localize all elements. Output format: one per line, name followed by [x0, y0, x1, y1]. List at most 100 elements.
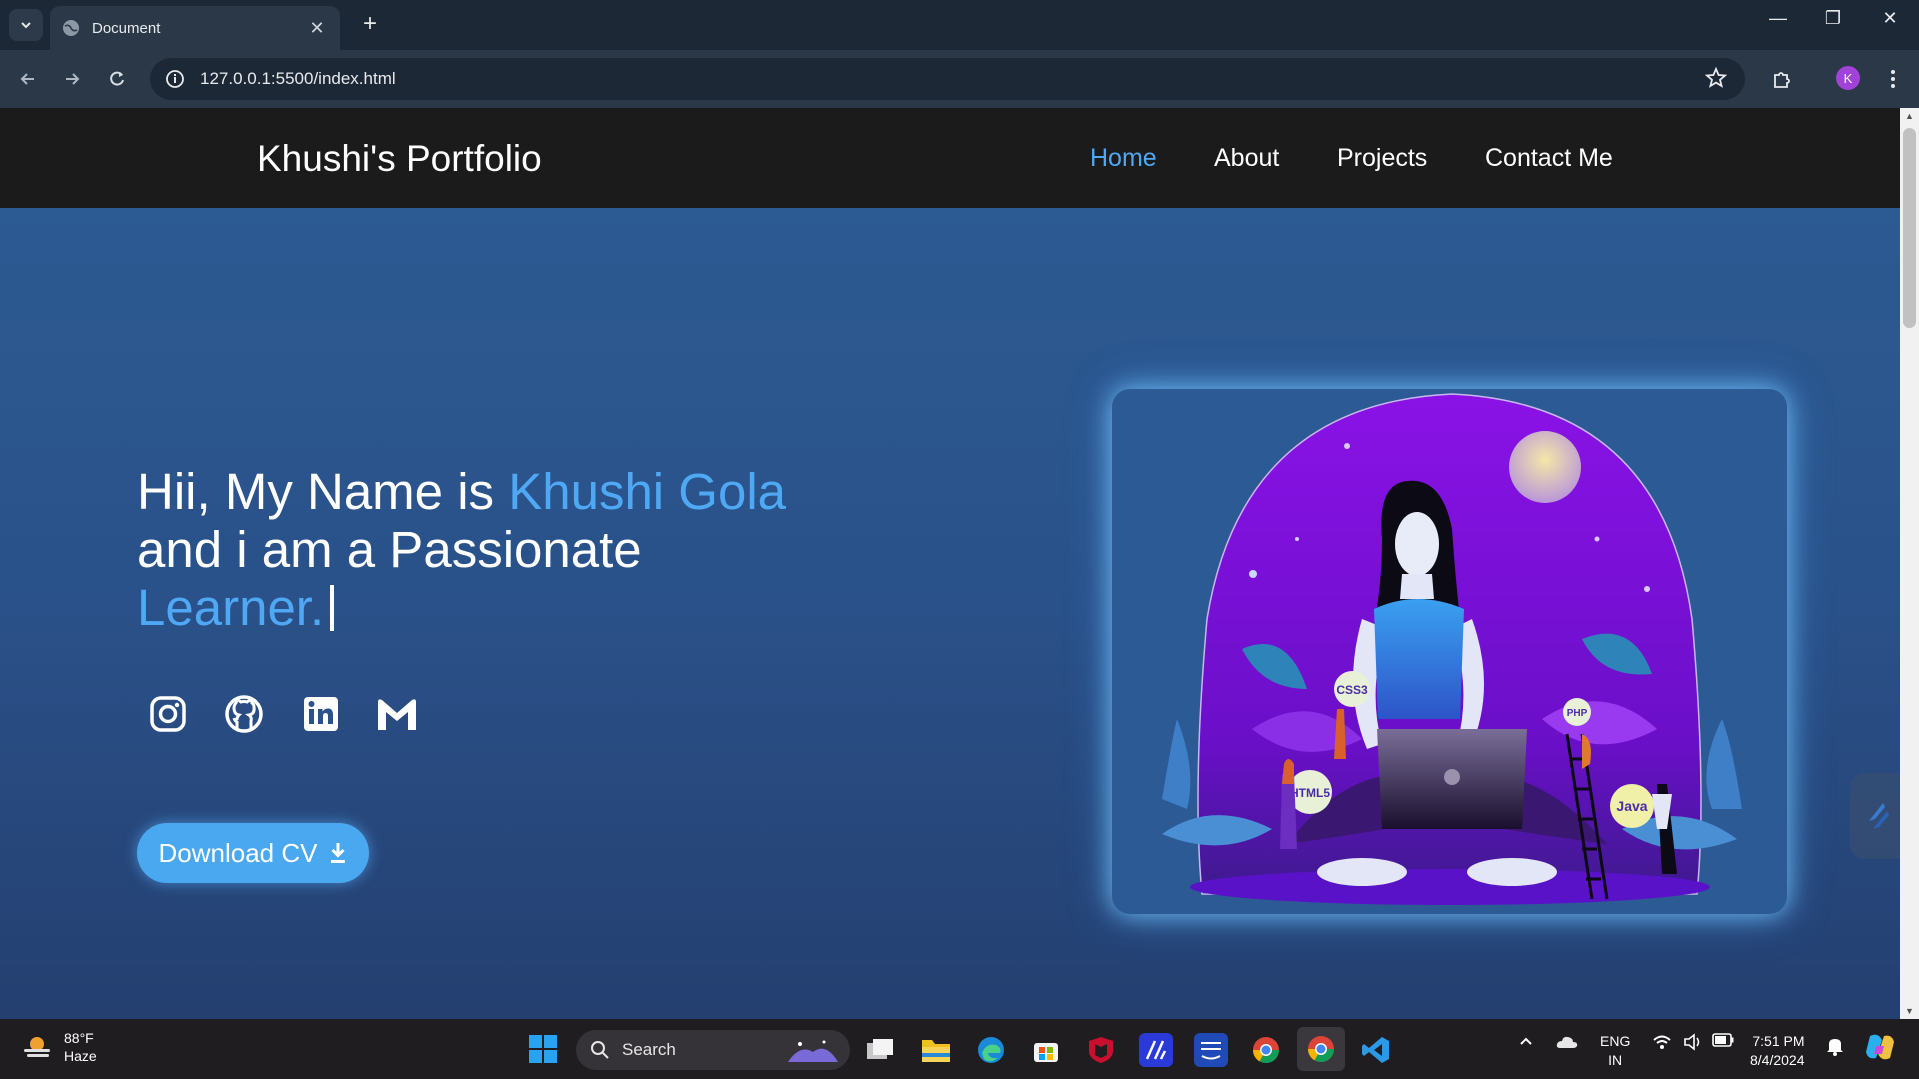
search-label: Search	[622, 1040, 676, 1059]
task-view-button[interactable]	[863, 1033, 897, 1067]
close-tab-icon[interactable]: ✕	[306, 18, 328, 39]
speaker-icon	[1684, 1033, 1700, 1051]
hero-heading: Hii, My Name is Khushi Gola and i am a P…	[137, 463, 837, 637]
new-tab-button[interactable]: +	[355, 10, 385, 38]
vscode-button[interactable]	[1359, 1033, 1393, 1067]
volume-tray-button[interactable]	[1683, 1033, 1703, 1054]
reload-button[interactable]	[102, 64, 132, 94]
weather-temperature: 88°F	[64, 1030, 94, 1046]
globe-icon	[63, 20, 79, 36]
browser-tab-strip: Document ✕ + — ❐ ✕	[0, 0, 1919, 50]
nav-contact-me[interactable]: Contact Me	[1485, 144, 1613, 173]
arrow-right-icon	[66, 73, 80, 85]
language-code: ENG	[1600, 1033, 1631, 1049]
minimize-button[interactable]: —	[1758, 8, 1798, 29]
hero-intro-text: Hii, My Name is	[137, 463, 509, 520]
site-info-icon[interactable]	[164, 68, 186, 90]
prime-video-button[interactable]	[1194, 1033, 1228, 1067]
chrome-button[interactable]	[1249, 1033, 1283, 1067]
clock-date: 8/4/2024	[1750, 1052, 1805, 1068]
chrome-icon	[1252, 1037, 1280, 1064]
page-viewport: Khushi's Portfolio Home About Projects C…	[0, 108, 1900, 1019]
scroll-down-arrow[interactable]: ▼	[1900, 1006, 1919, 1016]
weather-description: Haze	[64, 1048, 97, 1064]
microsoft-store-button[interactable]	[1029, 1033, 1063, 1067]
windows-logo-icon	[529, 1035, 557, 1063]
nav-about[interactable]: About	[1214, 144, 1279, 173]
copilot-button[interactable]	[1864, 1032, 1896, 1065]
instagram-icon	[150, 696, 186, 732]
reload-icon	[110, 71, 124, 86]
chrome-active-button[interactable]	[1297, 1027, 1345, 1071]
browser-tab[interactable]: Document ✕	[50, 6, 340, 50]
notifications-button[interactable]	[1826, 1036, 1844, 1059]
bell-icon	[1827, 1039, 1843, 1056]
browser-menu-button[interactable]	[1878, 64, 1908, 94]
prime-video-icon	[1201, 1042, 1221, 1060]
moon-shape	[1509, 431, 1581, 503]
address-bar[interactable]: 127.0.0.1:5500/index.html	[150, 58, 1745, 100]
start-button[interactable]	[528, 1034, 558, 1069]
lightning-icon	[1869, 803, 1889, 829]
search-icon	[591, 1041, 609, 1059]
cloud-icon	[1556, 1036, 1578, 1048]
gmail-link[interactable]	[374, 691, 420, 737]
tab-title: Document	[92, 19, 161, 37]
floating-widget[interactable]	[1850, 773, 1900, 859]
battery-tray-button[interactable]	[1712, 1033, 1734, 1050]
taskbar: 88°F Haze Search ENG IN 7:51 PM 8/4/2024	[0, 1019, 1919, 1079]
mcafee-button[interactable]	[1084, 1033, 1118, 1067]
scroll-thumb[interactable]	[1903, 128, 1916, 328]
site-brand[interactable]: Khushi's Portfolio	[257, 138, 542, 180]
bookmark-star-icon[interactable]	[1705, 67, 1727, 89]
profile-avatar[interactable]: K	[1836, 66, 1860, 90]
store-icon	[1034, 1043, 1058, 1062]
tab-list-button[interactable]	[9, 9, 43, 41]
file-explorer-button[interactable]	[919, 1033, 953, 1067]
more-vertical-icon	[1891, 70, 1895, 88]
edge-button[interactable]	[974, 1033, 1008, 1067]
task-view-icon	[867, 1039, 893, 1059]
instagram-link[interactable]	[145, 691, 191, 737]
nav-home[interactable]: Home	[1090, 144, 1157, 173]
wifi-tray-button[interactable]	[1652, 1033, 1672, 1054]
nav-projects[interactable]: Projects	[1337, 144, 1427, 173]
chrome-icon	[1307, 1036, 1335, 1063]
taskbar-clock[interactable]: 7:51 PM 8/4/2024	[1750, 1032, 1805, 1070]
hero-name: Khushi Gola	[508, 463, 787, 520]
vscode-icon	[1362, 1037, 1389, 1063]
weather-widget[interactable]: 88°F Haze	[20, 1029, 97, 1065]
haze-weather-icon	[24, 1037, 50, 1057]
wifi-icon	[1653, 1035, 1671, 1049]
onedrive-tray-button[interactable]	[1555, 1033, 1579, 1054]
extensions-button[interactable]	[1767, 64, 1797, 94]
tray-overflow-button[interactable]	[1518, 1033, 1534, 1052]
puzzle-icon	[1774, 72, 1790, 88]
github-link[interactable]	[221, 691, 267, 737]
battery-icon	[1712, 1033, 1734, 1047]
edge-icon	[978, 1037, 1004, 1063]
developer-girl-illustration: CSS3 PHP HTML5 Java	[1162, 393, 1742, 905]
scroll-up-arrow[interactable]: ▲	[1900, 111, 1919, 121]
close-window-button[interactable]: ✕	[1870, 8, 1910, 29]
language-indicator[interactable]: ENG IN	[1600, 1032, 1630, 1070]
browser-toolbar: 127.0.0.1:5500/index.html	[0, 50, 1919, 108]
svg-text:Java: Java	[1616, 798, 1647, 814]
download-icon	[331, 843, 346, 863]
download-cv-button[interactable]: Download CV	[137, 823, 369, 883]
mcafee-shield-icon	[1089, 1037, 1113, 1063]
forward-button[interactable]	[57, 64, 87, 94]
linkedin-link[interactable]	[298, 691, 344, 737]
download-cv-label: Download CV	[158, 837, 318, 868]
page-scrollbar[interactable]: ▲ ▼	[1900, 108, 1919, 1019]
restore-button[interactable]: ❐	[1813, 8, 1853, 29]
back-button[interactable]	[13, 64, 43, 94]
clock-time: 7:51 PM	[1752, 1033, 1805, 1049]
url-text: 127.0.0.1:5500/index.html	[200, 69, 396, 88]
typing-caret	[330, 585, 335, 631]
badge-java: Java	[1610, 784, 1654, 828]
app-button-blue[interactable]	[1139, 1033, 1173, 1067]
github-icon	[225, 695, 263, 733]
chevron-down-icon	[21, 22, 31, 29]
taskbar-search[interactable]: Search	[576, 1030, 850, 1070]
